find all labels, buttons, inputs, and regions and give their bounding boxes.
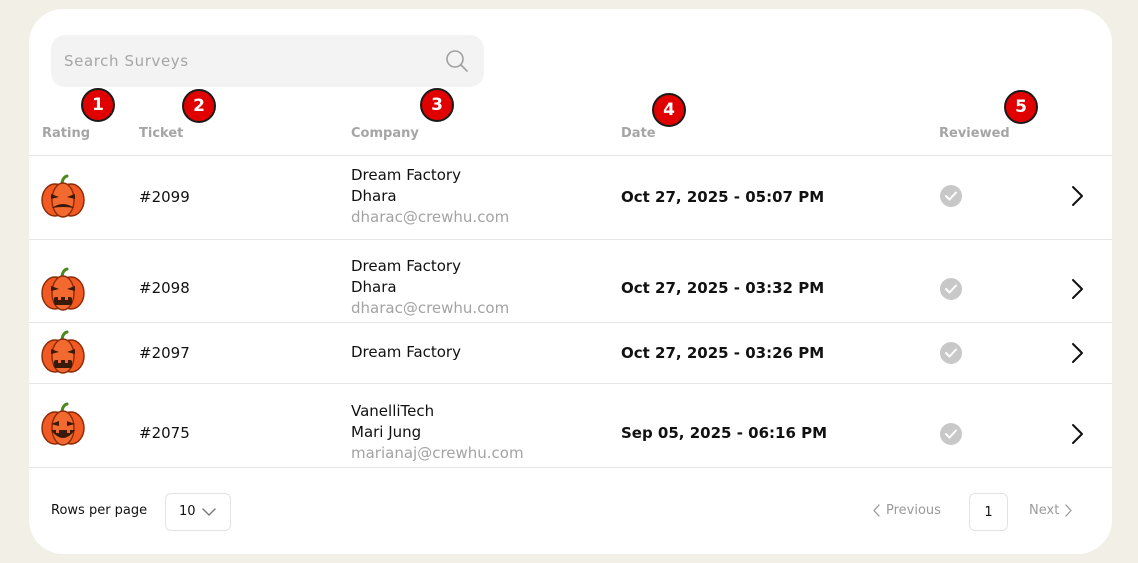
company-name: Dream Factory (351, 343, 461, 361)
next-label: Next (1029, 503, 1060, 518)
column-header-reviewed[interactable]: Reviewed (939, 126, 1010, 141)
pumpkin-grimace-icon (41, 330, 85, 374)
column-header-company[interactable]: Company (351, 126, 419, 141)
company-name: Dream Factory (351, 166, 461, 184)
rows-per-page-value: 10 (179, 504, 196, 519)
search-bar (51, 35, 484, 87)
previous-label: Previous (886, 503, 941, 518)
column-header-date[interactable]: Date (621, 126, 656, 141)
marker-3: 3 (420, 88, 454, 122)
survey-date: Oct 27, 2025 - 03:26 PM (621, 344, 825, 362)
chevron-right-small-icon (1065, 504, 1072, 517)
company-cell: VanelliTech Mari Jung marianaj@crewhu.co… (351, 401, 524, 464)
contact-name: Dhara (351, 187, 397, 205)
pumpkin-frown-icon (41, 174, 85, 218)
pumpkin-grin-icon (41, 402, 85, 446)
search-input[interactable] (51, 35, 431, 87)
check-circle-icon (940, 278, 962, 300)
company-name: VanelliTech (351, 402, 435, 420)
check-circle-icon (940, 185, 962, 207)
table-row[interactable]: #2075 VanelliTech Mari Jung marianaj@cre… (29, 384, 1112, 467)
chevron-left-icon (873, 504, 880, 517)
company-cell: Dream Factory Dhara dharac@crewhu.com (351, 165, 509, 228)
rows-per-page-label: Rows per page (51, 503, 148, 518)
contact-email: dharac@crewhu.com (351, 299, 510, 317)
rows-per-page-select[interactable]: 10 (165, 493, 231, 531)
chevron-right-icon[interactable] (1069, 423, 1085, 445)
search-icon[interactable] (445, 49, 469, 73)
chevron-right-icon[interactable] (1069, 342, 1085, 364)
contact-name: Mari Jung (351, 423, 422, 441)
ticket-number: #2098 (139, 279, 190, 297)
survey-date: Oct 27, 2025 - 05:07 PM (621, 188, 825, 206)
next-page-button[interactable]: Next (1029, 503, 1073, 518)
contact-email: marianaj@crewhu.com (351, 444, 524, 462)
check-circle-icon (940, 342, 962, 364)
row-divider (29, 467, 1112, 468)
survey-date: Oct 27, 2025 - 03:32 PM (621, 279, 825, 297)
survey-date: Sep 05, 2025 - 06:16 PM (621, 424, 828, 442)
check-circle-icon (940, 423, 962, 445)
contact-email: dharac@crewhu.com (351, 208, 510, 226)
chevron-down-icon (202, 508, 216, 516)
marker-1: 1 (81, 88, 115, 122)
column-header-rating[interactable]: Rating (42, 126, 90, 141)
pumpkin-grimace-icon (41, 267, 85, 311)
marker-5: 5 (1004, 90, 1038, 124)
table-row[interactable]: #2097 Dream Factory Oct 27, 2025 - 03:26… (29, 323, 1112, 383)
marker-2: 2 (182, 89, 216, 123)
chevron-right-icon[interactable] (1069, 278, 1085, 300)
ticket-number: #2099 (139, 188, 190, 206)
chevron-right-icon[interactable] (1069, 185, 1085, 207)
ticket-number: #2075 (139, 424, 190, 442)
table-row[interactable]: #2098 Dream Factory Dhara dharac@crewhu.… (29, 240, 1112, 322)
company-name: Dream Factory (351, 257, 461, 275)
previous-page-button[interactable]: Previous (872, 503, 941, 518)
ticket-number: #2097 (139, 344, 190, 362)
column-header-ticket[interactable]: Ticket (139, 126, 183, 141)
contact-name: Dhara (351, 278, 397, 296)
company-cell: Dream Factory Dhara dharac@crewhu.com (351, 256, 509, 319)
marker-4: 4 (652, 93, 686, 127)
surveys-card: 1 2 3 4 5 Rating Ticket Company Date Rev… (29, 9, 1112, 554)
table-row[interactable]: #2099 Dream Factory Dhara dharac@crewhu.… (29, 156, 1112, 239)
company-cell: Dream Factory (351, 342, 461, 363)
page-1-button[interactable]: 1 (969, 493, 1008, 531)
